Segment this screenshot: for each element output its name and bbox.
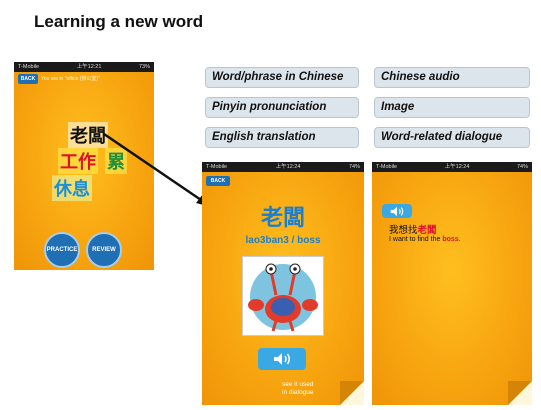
see-it-used-link[interactable]: see it used in dialogue	[282, 381, 332, 397]
label-word-phrase: Word/phrase in Chinese	[205, 67, 359, 88]
audio-play-button[interactable]	[382, 204, 412, 218]
label-image: Image	[374, 97, 530, 118]
crab-character-image	[242, 256, 324, 336]
review-button[interactable]: REVIEW	[86, 232, 122, 268]
in-dialogue-text: in dialogue	[282, 389, 314, 396]
status-bar: T-Mobile 上午12:21 73%	[14, 62, 154, 72]
pinyin-translation: lao3ban3 / boss	[245, 235, 321, 246]
phone-screen-word-detail: T-Mobile 上午12:24 74% BACK 老闆 lao3ban3 / …	[202, 162, 364, 405]
carrier-label: T-Mobile	[206, 164, 228, 170]
carrier-label: T-Mobile	[18, 64, 40, 70]
dialogue-zh-word: 老闆	[417, 225, 437, 236]
dialogue-chinese: 我想找老闆	[389, 222, 437, 236]
dialogue-english: I want to find the boss.	[389, 236, 461, 243]
page-curl-shadow	[340, 381, 364, 405]
back-button[interactable]: BACK	[18, 74, 38, 84]
dialogue-en-word: boss	[442, 236, 459, 243]
status-bar: T-Mobile 上午12:24 74%	[372, 162, 532, 172]
back-button[interactable]: BACK	[206, 176, 230, 186]
arrow-icon	[103, 132, 211, 207]
label-english: English translation	[205, 127, 359, 148]
phone-screen-dialogue: T-Mobile 上午12:24 74% 我想找老闆 I want to fin…	[372, 162, 532, 405]
battery-label: 74%	[348, 164, 360, 170]
page-title: Learning a new word	[34, 12, 204, 31]
time-label: 上午12:21	[76, 64, 102, 70]
word-xiuxi[interactable]: 休息	[52, 175, 92, 201]
dialogue-en-suffix: .	[458, 236, 461, 243]
audio-play-button[interactable]	[258, 348, 306, 370]
time-label: 上午12:24	[444, 164, 470, 170]
location-text: You are in "office (辦公室)"	[41, 76, 100, 82]
battery-label: 73%	[138, 64, 150, 70]
battery-label: 74%	[516, 164, 528, 170]
practice-button[interactable]: PRACTICE	[44, 232, 80, 268]
page-curl-shadow	[508, 381, 532, 405]
speaker-icon	[274, 353, 290, 365]
see-used-text: see it used	[282, 381, 314, 388]
dialogue-en-prefix: I want to find the	[389, 236, 443, 243]
speaker-icon	[390, 206, 404, 216]
carrier-label: T-Mobile	[376, 164, 398, 170]
word-gongzuo[interactable]: 工作	[58, 148, 98, 174]
label-chinese-audio: Chinese audio	[374, 67, 530, 88]
status-bar: T-Mobile 上午12:24 74%	[202, 162, 364, 172]
time-label: 上午12:24	[275, 164, 301, 170]
label-pinyin: Pinyin pronunciation	[205, 97, 359, 118]
label-dialogue: Word-related dialogue	[374, 127, 530, 148]
chinese-word: 老闆	[260, 206, 305, 231]
dialogue-zh-prefix: 我想找	[389, 225, 418, 236]
